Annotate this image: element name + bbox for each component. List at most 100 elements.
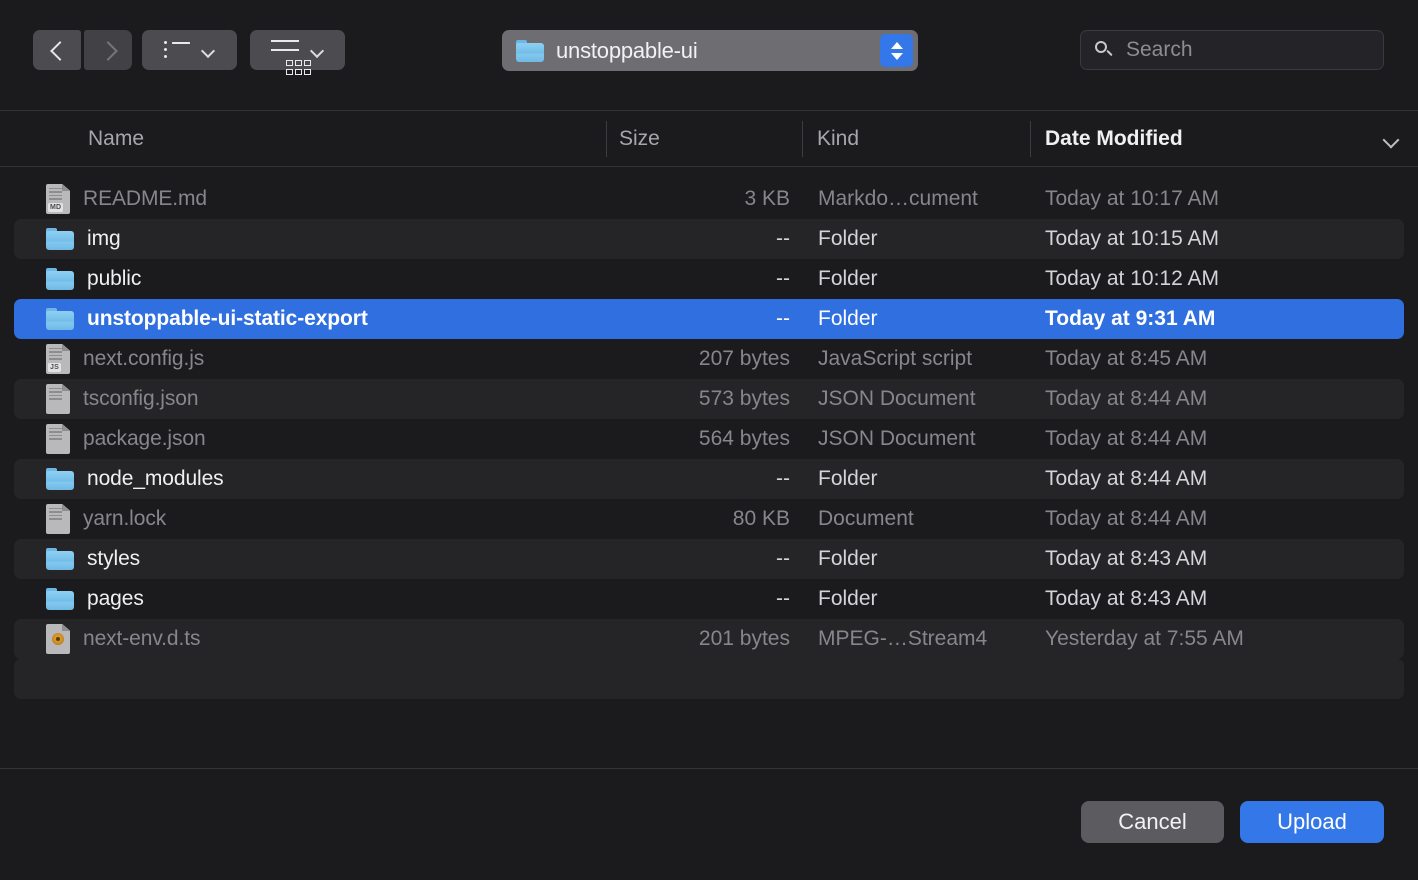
media-document-icon — [46, 624, 70, 654]
file-name-cell: pages — [14, 579, 144, 619]
path-popup-label: unstoppable-ui — [556, 37, 698, 63]
column-header-size[interactable]: Size — [619, 111, 660, 166]
stepper-up-down-icon[interactable] — [880, 34, 913, 67]
file-size-label: 3 KB — [744, 187, 790, 210]
file-kind-label: Folder — [818, 307, 878, 330]
folder-icon — [46, 588, 74, 610]
file-name-cell: img — [14, 219, 121, 259]
document-icon — [46, 424, 70, 454]
column-header: Name Size Kind Date Modified — [0, 110, 1418, 167]
chevron-down-icon — [311, 46, 324, 54]
search-field[interactable]: Search — [1080, 30, 1384, 70]
file-kind-label: MPEG-…Stream4 — [818, 627, 988, 650]
table-row[interactable]: yarn.lock 80 KB Document Today at 8:44 AM — [14, 499, 1404, 539]
file-name-cell: package.json — [14, 419, 206, 459]
file-name-cell: node_modules — [14, 459, 224, 499]
file-kind-label: Document — [818, 507, 914, 530]
table-row[interactable]: unstoppable-ui-static-export -- Folder Toda… — [14, 299, 1404, 339]
file-date-label: Today at 9:31 AM — [1045, 307, 1216, 330]
table-row[interactable]: JS next.config.js 207 bytes JavaScript scri… — [14, 339, 1404, 379]
column-divider[interactable] — [1030, 121, 1031, 157]
file-name-cell: yarn.lock — [14, 499, 166, 539]
file-kind-label: JSON Document — [818, 387, 976, 410]
file-name-cell: JS next.config.js — [14, 339, 204, 379]
file-size-label: 207 bytes — [698, 347, 790, 370]
file-size-label: 201 bytes — [698, 627, 790, 650]
file-size-label: 573 bytes — [698, 387, 790, 410]
icon-view-button[interactable] — [250, 30, 345, 75]
file-date-label: Today at 10:12 AM — [1045, 267, 1219, 290]
file-size-label: -- — [776, 307, 790, 330]
file-list[interactable]: MD README.md 3 KB Markdo…cument Today at 10:… — [0, 167, 1418, 768]
file-name-label: next-env.d.ts — [83, 627, 201, 650]
table-row[interactable]: package.json 564 bytes JSON Document Today … — [14, 419, 1404, 459]
file-date-label: Yesterday at 7:55 AM — [1045, 627, 1244, 650]
table-row[interactable]: styles -- Folder Today at 8:43 AM — [14, 539, 1404, 579]
icon-view-control — [250, 30, 345, 75]
file-date-label: Today at 8:44 AM — [1045, 387, 1208, 410]
document-icon: JS — [46, 344, 70, 374]
column-header-date-modified[interactable]: Date Modified — [1045, 111, 1183, 166]
table-row[interactable]: MD README.md 3 KB Markdo…cument Today at 10:… — [14, 179, 1404, 219]
file-name-label: unstoppable-ui-static-export — [87, 307, 368, 330]
file-name-label: img — [87, 227, 121, 250]
chevron-down-icon — [202, 46, 215, 54]
file-name-label: next.config.js — [83, 347, 205, 370]
list-view-control — [142, 30, 237, 70]
file-date-label: Today at 8:44 AM — [1045, 427, 1208, 450]
file-name-label: package.json — [83, 427, 206, 450]
list-view-button[interactable] — [142, 30, 237, 70]
file-kind-label: Folder — [818, 587, 878, 610]
dialog-footer: Cancel Upload — [0, 768, 1418, 880]
sort-descending-icon[interactable] — [1384, 134, 1400, 144]
folder-icon — [46, 468, 74, 490]
column-header-kind[interactable]: Kind — [817, 111, 859, 166]
chevron-right-icon — [101, 43, 115, 57]
column-divider[interactable] — [606, 121, 607, 157]
file-kind-label: Folder — [818, 467, 878, 490]
column-header-name[interactable]: Name — [88, 111, 144, 166]
table-row[interactable]: node_modules -- Folder Today at 8:44 AM — [14, 459, 1404, 499]
file-kind-label: JSON Document — [818, 427, 976, 450]
file-size-label: 564 bytes — [698, 427, 790, 450]
navigation-segmented-control — [33, 30, 132, 70]
file-size-label: -- — [776, 227, 790, 250]
file-name-label: pages — [87, 587, 144, 610]
table-row[interactable]: next-env.d.ts 201 bytes MPEG-…Stream4 Yeste… — [14, 619, 1404, 659]
file-kind-label: Folder — [818, 267, 878, 290]
forward-button[interactable] — [84, 30, 132, 70]
gallery-view-icon — [271, 40, 311, 75]
file-size-label: -- — [776, 547, 790, 570]
file-name-label: node_modules — [87, 467, 224, 490]
list-view-icon — [164, 41, 190, 59]
file-name-label: yarn.lock — [83, 507, 167, 530]
file-size-label: -- — [776, 587, 790, 610]
file-date-label: Today at 10:17 AM — [1045, 187, 1219, 210]
file-date-label: Today at 8:43 AM — [1045, 587, 1208, 610]
table-row[interactable]: tsconfig.json 573 bytes JSON Document Today… — [14, 379, 1404, 419]
file-name-label: README.md — [83, 187, 207, 210]
file-size-label: -- — [776, 267, 790, 290]
table-row[interactable]: pages -- Folder Today at 8:43 AM — [14, 579, 1404, 619]
file-name-label: public — [87, 267, 142, 290]
table-row[interactable]: img -- Folder Today at 10:15 AM — [14, 219, 1404, 259]
file-date-label: Today at 8:43 AM — [1045, 547, 1208, 570]
file-kind-label: Folder — [818, 227, 878, 250]
chevron-left-icon — [50, 43, 64, 57]
file-name-cell: tsconfig.json — [14, 379, 199, 419]
table-row[interactable]: public -- Folder Today at 10:12 AM — [14, 259, 1404, 299]
column-divider[interactable] — [802, 121, 803, 157]
file-picker-window: unstoppable-ui Search Name Size Kind Dat… — [0, 0, 1418, 880]
file-date-label: Today at 10:15 AM — [1045, 227, 1219, 250]
document-icon — [46, 504, 70, 534]
upload-button[interactable]: Upload — [1240, 801, 1384, 843]
folder-icon — [46, 548, 74, 570]
path-popup-button[interactable]: unstoppable-ui — [502, 30, 918, 71]
file-date-label: Today at 8:44 AM — [1045, 507, 1208, 530]
file-date-label: Today at 8:44 AM — [1045, 467, 1208, 490]
back-button[interactable] — [33, 30, 81, 70]
file-name-cell: MD README.md — [14, 179, 207, 219]
folder-icon — [46, 308, 74, 330]
cancel-button[interactable]: Cancel — [1081, 801, 1224, 843]
document-icon — [46, 384, 70, 414]
